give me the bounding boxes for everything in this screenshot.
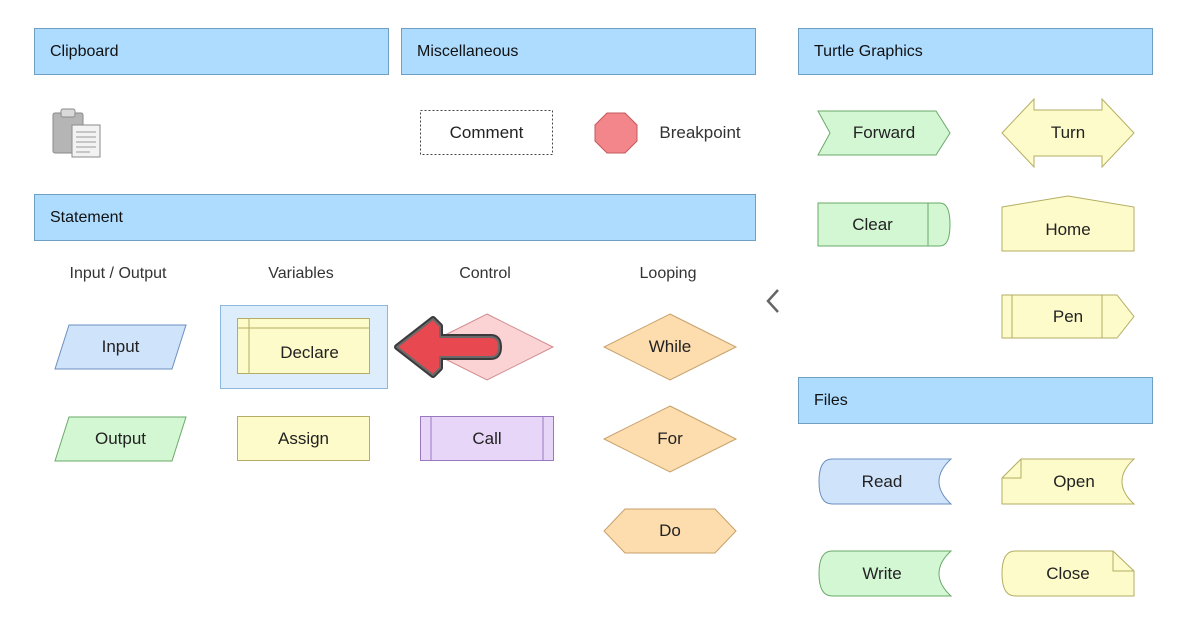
- input-label: Input: [101, 337, 140, 356]
- home-label: Home: [1045, 219, 1091, 239]
- files-panel-title: Files: [814, 392, 848, 409]
- do-block[interactable]: Do: [603, 508, 737, 554]
- while-block[interactable]: While: [602, 313, 738, 381]
- for-label: For: [657, 429, 683, 448]
- call-block[interactable]: Call: [420, 416, 554, 461]
- output-label: Output: [94, 429, 147, 448]
- assign-block[interactable]: Assign: [237, 416, 370, 461]
- write-block[interactable]: Write: [818, 550, 953, 597]
- column-label-control: Control: [459, 265, 511, 282]
- column-label-input-output: Input / Output: [69, 265, 167, 282]
- comment-block[interactable]: Comment: [420, 110, 553, 155]
- pen-label: Pen: [1052, 306, 1084, 326]
- read-label: Read: [861, 471, 903, 491]
- comment-label: Comment: [449, 122, 524, 142]
- do-label: Do: [659, 521, 681, 540]
- assign-label: Assign: [277, 428, 330, 448]
- output-block[interactable]: Output: [54, 416, 187, 462]
- while-label: While: [648, 337, 692, 356]
- open-block[interactable]: Open: [1001, 458, 1136, 505]
- statement-panel-header: Statement: [34, 194, 756, 241]
- for-block[interactable]: For: [602, 405, 738, 473]
- home-block[interactable]: Home: [1001, 195, 1135, 252]
- clipboard-panel-title: Clipboard: [50, 43, 119, 60]
- declare-block[interactable]: Declare: [237, 318, 370, 374]
- clear-label: Clear: [852, 214, 893, 234]
- clipboard-icon[interactable]: [50, 107, 104, 159]
- read-block[interactable]: Read: [818, 458, 953, 505]
- clipboard-panel-header: Clipboard: [34, 28, 389, 75]
- statement-panel-title: Statement: [50, 209, 123, 226]
- declare-label: Declare: [280, 343, 339, 362]
- column-label-variables: Variables: [268, 265, 334, 282]
- turn-block[interactable]: Turn: [1001, 97, 1135, 169]
- close-block[interactable]: Close: [1001, 550, 1135, 597]
- forward-block[interactable]: Forward: [817, 110, 951, 156]
- write-label: Write: [862, 563, 902, 583]
- turtle-panel-title: Turtle Graphics: [814, 43, 923, 60]
- open-label: Open: [1053, 471, 1095, 491]
- red-arrow-pointer: [391, 313, 503, 381]
- breakpoint-label: Breakpoint: [659, 123, 741, 142]
- forward-label: Forward: [852, 123, 916, 142]
- pen-block[interactable]: Pen: [1001, 294, 1135, 339]
- close-label: Close: [1046, 563, 1090, 583]
- breakpoint-octagon[interactable]: [594, 112, 638, 154]
- call-label: Call: [472, 428, 502, 448]
- chevron-left-icon[interactable]: [762, 287, 784, 315]
- input-block[interactable]: Input: [54, 324, 187, 370]
- files-panel-header: Files: [798, 377, 1153, 424]
- clear-block[interactable]: Clear: [817, 202, 951, 247]
- misc-panel-title: Miscellaneous: [417, 43, 519, 60]
- misc-panel-header: Miscellaneous: [401, 28, 756, 75]
- turn-label: Turn: [1050, 123, 1086, 142]
- column-label-looping: Looping: [639, 265, 697, 282]
- turtle-panel-header: Turtle Graphics: [798, 28, 1153, 75]
